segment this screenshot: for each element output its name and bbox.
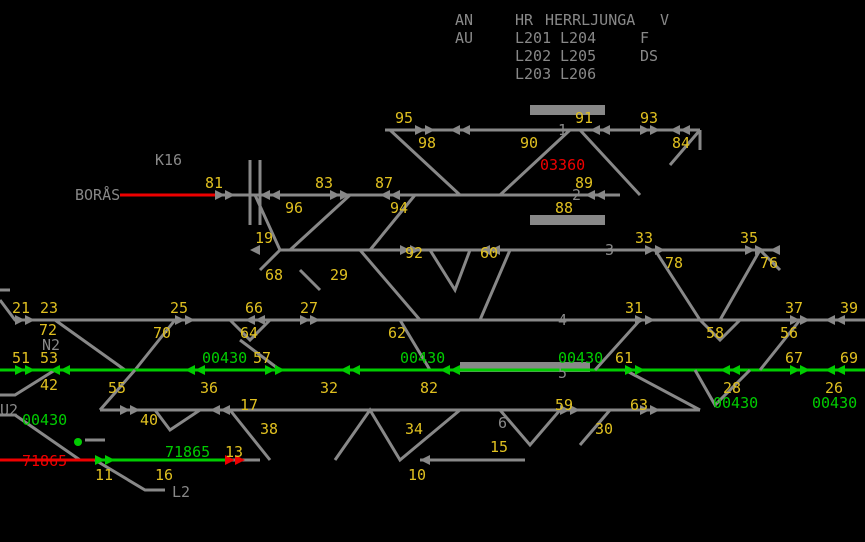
sig-35: 35 bbox=[740, 229, 758, 247]
sig-78: 78 bbox=[665, 254, 683, 272]
train-71865-2: 71865 bbox=[165, 443, 210, 461]
train-00430-2: 00430 bbox=[400, 349, 445, 367]
sig-36: 36 bbox=[200, 379, 218, 397]
train-00430-4: 00430 bbox=[22, 411, 67, 429]
sig-17: 17 bbox=[240, 396, 258, 414]
sig-51: 51 bbox=[12, 349, 30, 367]
train-00430-6: 00430 bbox=[812, 394, 857, 412]
sig-37: 37 bbox=[785, 299, 803, 317]
hdr-l206: L206 bbox=[560, 65, 596, 83]
sig-66: 66 bbox=[245, 299, 263, 317]
sig-83: 83 bbox=[315, 174, 333, 192]
sw-15 bbox=[500, 410, 610, 445]
train-00430-5: 00430 bbox=[713, 394, 758, 412]
sig-68: 68 bbox=[265, 266, 283, 284]
sig-27: 27 bbox=[300, 299, 318, 317]
sig-87: 87 bbox=[375, 174, 393, 192]
hdr-l202: L202 bbox=[515, 47, 551, 65]
sig-10: 10 bbox=[408, 466, 426, 484]
trk-n6: 6 bbox=[498, 414, 507, 432]
hdr-l203: L203 bbox=[515, 65, 551, 83]
sig-31: 31 bbox=[625, 299, 643, 317]
trk-n4: 4 bbox=[558, 311, 567, 329]
sig-13: 13 bbox=[225, 443, 243, 461]
sig-23: 23 bbox=[40, 299, 58, 317]
sig-33: 33 bbox=[635, 229, 653, 247]
sig-61: 61 bbox=[615, 349, 633, 367]
sig-60: 60 bbox=[480, 244, 498, 262]
sig-25: 25 bbox=[170, 299, 188, 317]
trk-n2: 2 bbox=[572, 186, 581, 204]
hdr-hr: HR bbox=[515, 11, 534, 29]
u2-lbl: U2 bbox=[0, 401, 18, 419]
sig-63: 63 bbox=[630, 396, 648, 414]
sig-69: 69 bbox=[840, 349, 858, 367]
hdr-l205: L205 bbox=[560, 47, 596, 65]
sig-38: 38 bbox=[260, 420, 278, 438]
sig-29: 29 bbox=[330, 266, 348, 284]
sig-58: 58 bbox=[706, 324, 724, 342]
sig-91: 91 bbox=[575, 109, 593, 127]
hdr-l201: L201 bbox=[515, 29, 551, 47]
sig-84: 84 bbox=[672, 134, 690, 152]
track-4 bbox=[0, 300, 865, 320]
sig-62: 62 bbox=[388, 324, 406, 342]
train-00430-1: 00430 bbox=[202, 349, 247, 367]
trk-n1: 1 bbox=[558, 121, 567, 139]
sig-19: 19 bbox=[255, 229, 273, 247]
sig-15: 15 bbox=[490, 438, 508, 456]
sig-70: 70 bbox=[153, 324, 171, 342]
sig-42: 42 bbox=[40, 376, 58, 394]
hdr-an: AN bbox=[455, 11, 473, 29]
k16-lbl: K16 bbox=[155, 151, 182, 169]
n2-lbl: N2 bbox=[42, 336, 60, 354]
train-00430-3: 00430 bbox=[558, 349, 603, 367]
hdr-au: AU bbox=[455, 29, 473, 47]
sig-67: 67 bbox=[785, 349, 803, 367]
sig-64: 64 bbox=[240, 324, 258, 342]
boras-lbl: BORÅS bbox=[75, 185, 120, 204]
platform-1 bbox=[530, 105, 605, 115]
sig-56: 56 bbox=[780, 324, 798, 342]
sig-11: 11 bbox=[95, 466, 113, 484]
trk-n3: 3 bbox=[605, 241, 614, 259]
sig-96: 96 bbox=[285, 199, 303, 217]
sig-88: 88 bbox=[555, 199, 573, 217]
sig-30: 30 bbox=[595, 420, 613, 438]
sig-57: 57 bbox=[253, 349, 271, 367]
sig-40: 40 bbox=[140, 411, 158, 429]
sig-95: 95 bbox=[395, 109, 413, 127]
sig-21: 21 bbox=[12, 299, 30, 317]
train-03360: 03360 bbox=[540, 156, 585, 174]
sig-82: 82 bbox=[420, 379, 438, 397]
sig-59: 59 bbox=[555, 396, 573, 414]
sig-32: 32 bbox=[320, 379, 338, 397]
sig-76: 76 bbox=[760, 254, 778, 272]
sig-34: 34 bbox=[405, 420, 423, 438]
sig-81: 81 bbox=[205, 174, 223, 192]
hdr-ds: DS bbox=[640, 47, 658, 65]
hdr-f: F bbox=[640, 29, 649, 47]
l2-lbl: L2 bbox=[172, 483, 190, 501]
sig-93: 93 bbox=[640, 109, 658, 127]
track-diagram: AN AU HR L201 L202 L203 HERRLJUNGA L204 … bbox=[0, 0, 865, 542]
train-71865-1: 71865 bbox=[22, 452, 67, 470]
sig-39: 39 bbox=[840, 299, 858, 317]
sig-98: 98 bbox=[418, 134, 436, 152]
sig-16: 16 bbox=[155, 466, 173, 484]
sig-55: 55 bbox=[108, 379, 126, 397]
hdr-l204: L204 bbox=[560, 29, 596, 47]
hdr-station: HERRLJUNGA bbox=[545, 11, 635, 29]
crossing-k16 bbox=[250, 160, 260, 225]
hdr-v: V bbox=[660, 11, 669, 29]
sig-90: 90 bbox=[520, 134, 538, 152]
dot-indicator bbox=[74, 438, 82, 446]
sig-92: 92 bbox=[405, 244, 423, 262]
sig-94: 94 bbox=[390, 199, 408, 217]
